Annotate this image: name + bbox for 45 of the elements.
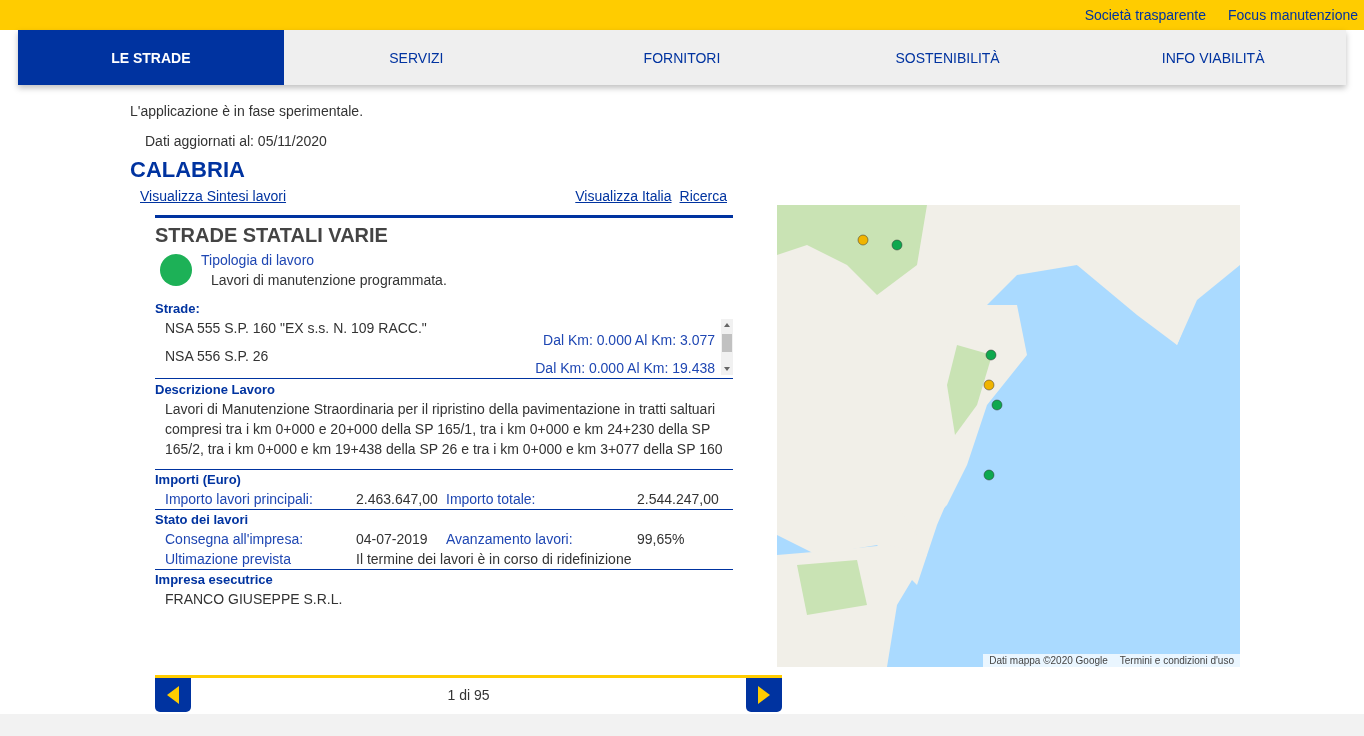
nav-tab[interactable]: SERVIZI	[283, 30, 550, 85]
road-name: NSA 556 S.P. 26	[165, 348, 269, 364]
section-heading: Stato dei lavori	[155, 511, 250, 529]
region-title: CALABRIA	[130, 157, 246, 183]
notice-text: L'applicazione è in fase sperimentale.	[130, 102, 365, 121]
field-value: 2.463.647,00	[356, 490, 439, 509]
nav-tab[interactable]: LE STRADE	[18, 30, 284, 85]
field-value: 2.544.247,00	[637, 490, 720, 509]
field-label: Tipologia di lavoro	[201, 251, 316, 270]
attribution-link[interactable]: Termini e condizioni d'uso	[1119, 655, 1234, 666]
road-km-range: Dal Km: 0.000 Al Km: 3.077	[543, 332, 715, 348]
section-heading: Strade:	[155, 300, 201, 318]
nav-tab[interactable]: INFO VIABILITÀ	[1080, 30, 1346, 85]
section-heading: Importi (Euro)	[155, 471, 242, 489]
nav-tab[interactable]: SOSTENIBILITÀ	[814, 30, 1081, 85]
description-text: Lavori di Manutenzione Straordinaria per il ripristino della pavimentazione in tratti saltuari compresi tra i km 0+000 e 20+000 della SP 165/1, tra i km 0+000 e km 24+230 della SP 165/2, tra i km 0+000 e km 19+438 della SP 26 e tra i km 0+000 e km 3+077 della SP 160	[165, 400, 724, 459]
field-value: FRANCO GIUSEPPE S.R.L.	[165, 590, 344, 609]
section-heading: Descrizione Lavoro	[155, 381, 276, 399]
field-label: Consegna all'impresa:	[165, 530, 305, 549]
triangle-right-icon	[758, 686, 770, 704]
field-value: 04-07-2019	[356, 530, 429, 549]
next-button[interactable]	[746, 678, 782, 712]
top-link[interactable]: Società trasparente	[1084, 7, 1207, 23]
previous-button[interactable]	[155, 678, 191, 712]
link[interactable]: Visualizza Italia	[575, 187, 672, 205]
nav-tab[interactable]: FORNITORI	[549, 30, 815, 85]
field-value: Il termine dei lavori è in corso di ridefinizione	[356, 550, 633, 569]
field-value: 99,65%	[637, 530, 686, 549]
triangle-left-icon	[167, 686, 179, 704]
scrollbar[interactable]	[721, 319, 733, 375]
link[interactable]: Visualizza Sintesi lavori	[140, 187, 287, 205]
field-label: Avanzamento lavori:	[446, 530, 574, 549]
field-label: Ultimazione prevista	[165, 550, 293, 569]
page-counter: 1 di 95	[447, 686, 490, 705]
road-name: NSA 555 S.P. 160 "EX s.s. N. 109 RACC."	[165, 320, 427, 336]
field-value: Lavori di manutenzione programmata.	[211, 271, 447, 290]
field-label: Importo lavori principali:	[165, 490, 314, 509]
road-km-range: Dal Km: 0.000 Al Km: 19.438	[535, 360, 715, 376]
update-date: Dati aggiornati al: 05/11/2020	[145, 132, 328, 151]
section-heading: Impresa esecutrice	[155, 571, 274, 589]
field-label: Importo totale:	[446, 490, 537, 509]
work-title: STRADE STATALI VARIE	[155, 223, 389, 248]
attribution-link[interactable]: Dati mappa ©2020 Google	[989, 655, 1108, 666]
top-link[interactable]: Focus manutenzione	[1228, 7, 1358, 23]
link[interactable]: Ricerca	[679, 187, 727, 205]
